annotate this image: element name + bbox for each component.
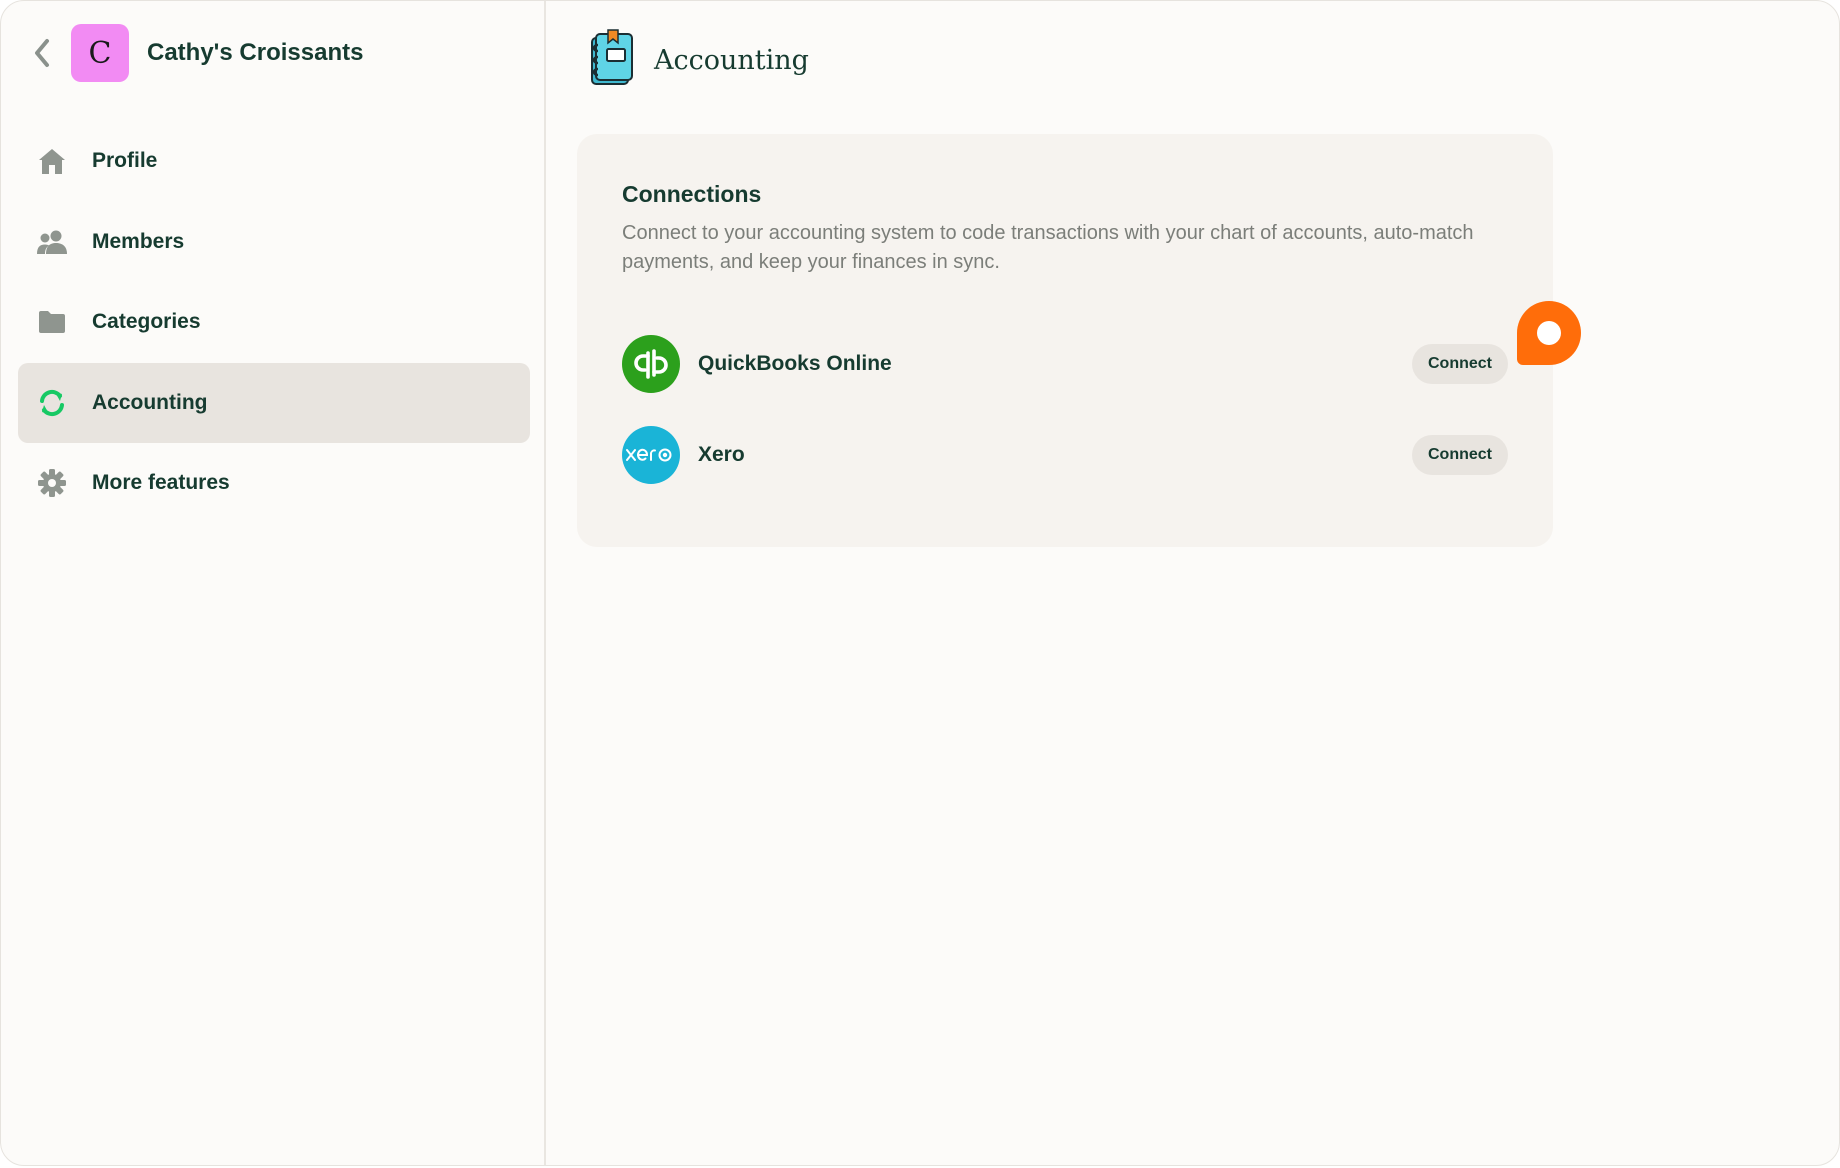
chat-icon <box>1537 321 1561 345</box>
sidebar-item-profile[interactable]: Profile <box>18 121 530 201</box>
sidebar-item-more-features[interactable]: More features <box>18 443 530 523</box>
connection-row-xero: Xero Connect <box>622 426 1508 484</box>
page-header: Accounting <box>586 29 809 92</box>
org-avatar: C <box>71 24 129 82</box>
connection-name: Xero <box>698 443 745 466</box>
sidebar-item-label: Profile <box>92 149 158 172</box>
page-title: Accounting <box>654 45 809 76</box>
connect-xero-button[interactable]: Connect <box>1412 435 1508 475</box>
sidebar-item-label: Categories <box>92 310 201 333</box>
connection-row-quickbooks: QuickBooks Online Connect <box>622 335 1508 393</box>
back-button[interactable] <box>29 33 55 73</box>
sidebar: C Cathy's Croissants Profile Members Cat… <box>1 1 546 1165</box>
sync-icon <box>36 387 68 419</box>
sidebar-item-label: Members <box>92 229 185 253</box>
sidebar-item-categories[interactable]: Categories <box>18 282 530 362</box>
quickbooks-logo-icon <box>622 335 680 393</box>
connections-card: Connections Connect to your accounting s… <box>577 134 1553 547</box>
gear-icon <box>36 467 68 499</box>
connect-quickbooks-button[interactable]: Connect <box>1412 344 1508 384</box>
sidebar-nav: Profile Members Categories Accounting Mo… <box>18 121 530 524</box>
notebook-icon <box>586 29 634 92</box>
org-name: Cathy's Croissants <box>147 39 364 66</box>
sidebar-item-label: Accounting <box>92 390 208 414</box>
people-icon <box>36 226 68 258</box>
sidebar-item-accounting[interactable]: Accounting <box>18 362 530 443</box>
sidebar-item-label: More features <box>92 471 230 494</box>
app-window: C Cathy's Croissants Profile Members Cat… <box>0 0 1840 1166</box>
org-header: C Cathy's Croissants <box>29 23 363 83</box>
xero-logo-icon <box>622 426 680 484</box>
home-icon <box>36 145 68 177</box>
folder-icon <box>36 306 68 338</box>
connections-description: Connect to your accounting system to cod… <box>622 222 1474 273</box>
connection-name: QuickBooks Online <box>698 352 892 375</box>
chevron-left-icon <box>35 39 49 67</box>
chat-launcher-button[interactable] <box>1517 301 1581 365</box>
connections-title: Connections <box>622 181 762 207</box>
sidebar-item-members[interactable]: Members <box>18 202 530 282</box>
